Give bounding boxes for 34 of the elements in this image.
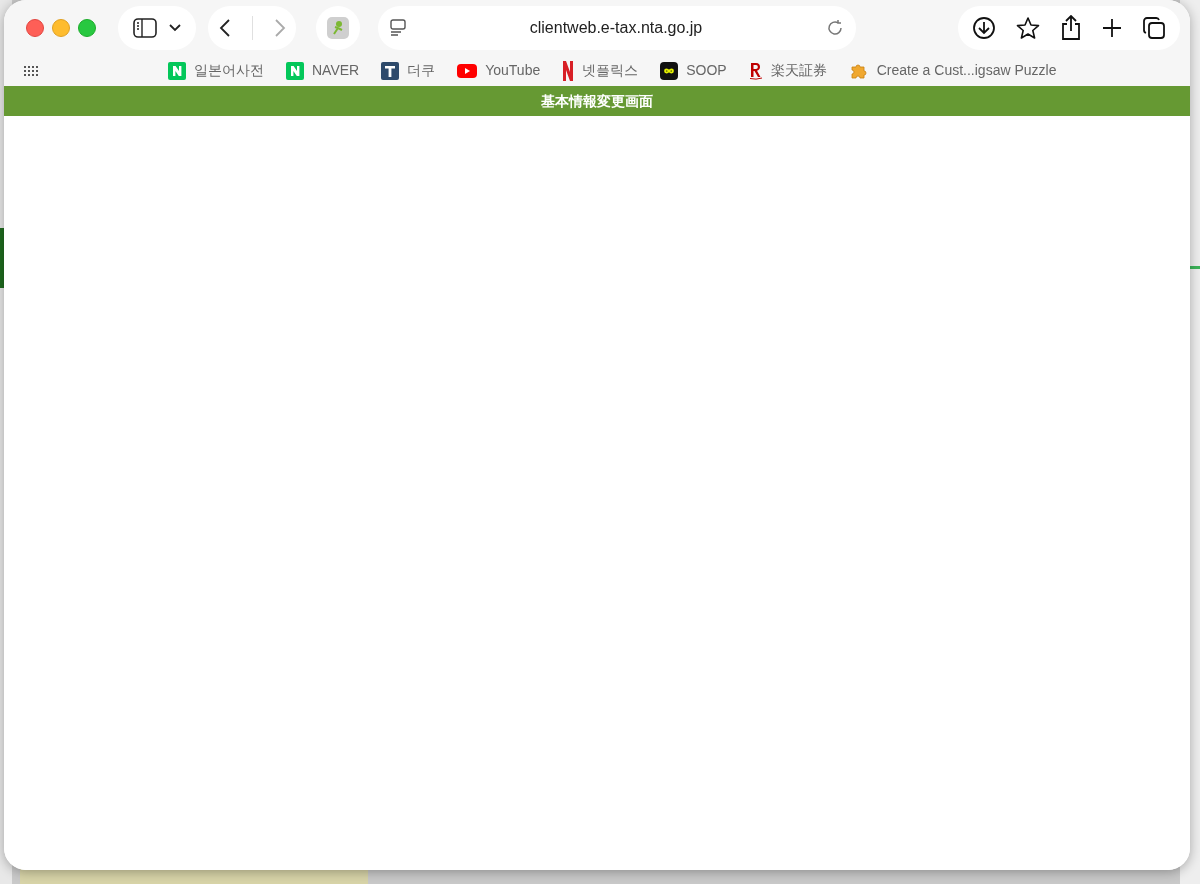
chevron-down-icon <box>169 23 181 32</box>
r-letter-icon <box>748 61 763 80</box>
tabs-overview-icon[interactable] <box>1142 15 1166 40</box>
star-icon[interactable] <box>1016 15 1040 40</box>
bookmark[interactable]: 더쿠 <box>381 60 436 81</box>
bookmark[interactable]: NAVER <box>286 60 360 81</box>
puzzle-piece-icon <box>848 61 869 80</box>
n-ribbon-icon <box>562 60 575 81</box>
close-button[interactable] <box>26 18 44 37</box>
reload-icon[interactable] <box>826 18 844 37</box>
n-letter-icon <box>286 61 304 80</box>
banner-title: 基本情報変更画面 <box>541 92 653 111</box>
bookmark[interactable]: SOOP <box>660 60 727 81</box>
infinity-icon <box>660 61 679 80</box>
bookmark[interactable]: 넷플릭스 <box>562 60 639 81</box>
back-icon[interactable] <box>218 17 231 38</box>
plus-icon[interactable] <box>1102 17 1122 38</box>
bookmark[interactable]: 일본어사전 <box>168 60 264 81</box>
grid-icon[interactable] <box>24 65 38 76</box>
page-menu-icon <box>390 18 406 37</box>
url-text: clientweb.e-tax.nta.go.jp <box>528 17 704 38</box>
play-icon <box>457 63 478 78</box>
address-bar[interactable]: clientweb.e-tax.nta.go.jp <box>378 5 856 50</box>
share-icon[interactable] <box>1060 14 1082 41</box>
t-letter-icon <box>381 61 400 80</box>
download-icon[interactable] <box>972 15 996 40</box>
bookmark[interactable]: YouTube <box>457 60 541 81</box>
zoom-button[interactable] <box>78 18 96 37</box>
sidebar-button[interactable] <box>118 5 196 50</box>
sidebar-icon <box>133 17 157 38</box>
figure-icon <box>327 16 349 39</box>
n-letter-icon <box>168 61 186 80</box>
bookmark[interactable]: 楽天証券 <box>748 60 827 81</box>
bookmark[interactable]: Create a Cust...igsaw Puzzle <box>848 60 1057 81</box>
